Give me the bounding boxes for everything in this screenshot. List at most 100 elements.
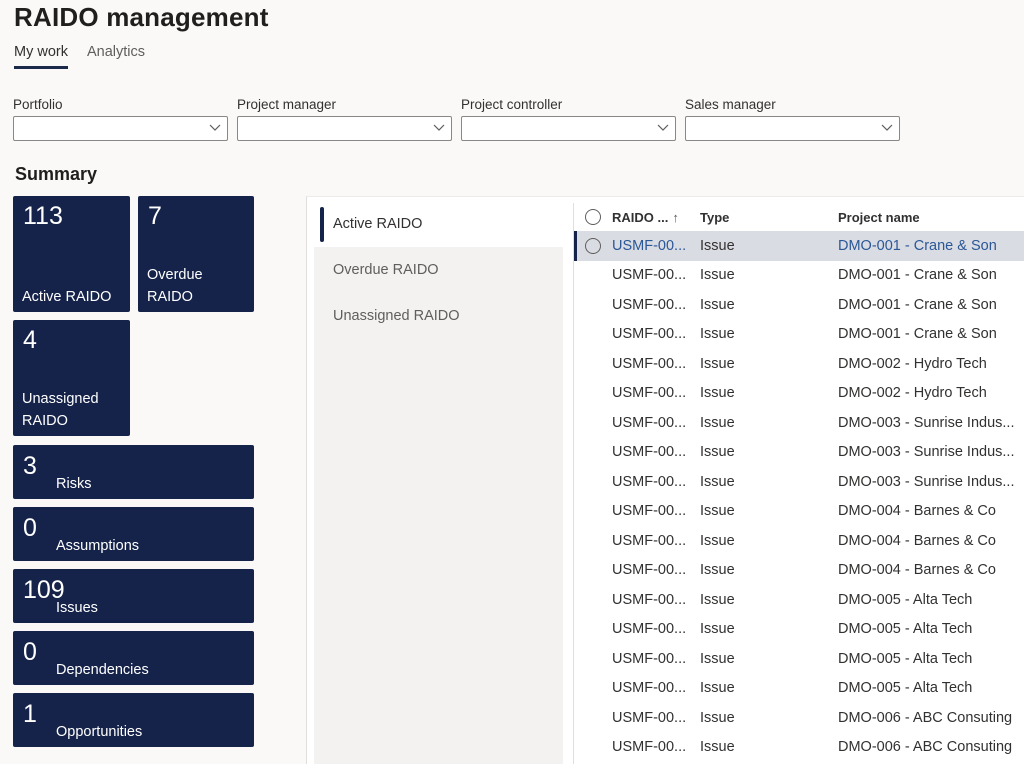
project-name-link[interactable]: DMO-005 - Alta Tech	[838, 592, 1024, 608]
project-name-link[interactable]: DMO-005 - Alta Tech	[838, 651, 1024, 667]
project-name-link[interactable]: DMO-006 - ABC Consuting	[838, 739, 1024, 755]
project-name-link[interactable]: DMO-001 - Crane & Son	[838, 267, 1024, 283]
raido-id-link[interactable]: USMF-00...	[612, 444, 700, 460]
sort-ascending-icon: ↑	[672, 209, 679, 225]
row-select-radio[interactable]	[585, 237, 601, 254]
raido-id-link[interactable]: USMF-00...	[612, 592, 700, 608]
type-cell: Issue	[700, 562, 735, 579]
view-overdue-raido[interactable]: Overdue RAIDO	[314, 247, 563, 293]
raido-id-link[interactable]: USMF-00...	[612, 238, 700, 254]
table-row[interactable]: USMF-00... Issue DMO-005 - Alta Tech	[574, 644, 1024, 674]
table-row[interactable]: USMF-00... Issue DMO-004 - Barnes & Co	[574, 556, 1024, 586]
tile-value: 1	[23, 700, 37, 728]
project-manager-filter: Project manager	[237, 96, 452, 141]
table-row[interactable]: USMF-00... Issue DMO-006 - ABC Consuting	[574, 703, 1024, 733]
row-select-cell	[574, 237, 612, 254]
type-cell: Issue	[700, 385, 735, 402]
tile-label: Dependencies	[56, 662, 149, 678]
raido-id-link[interactable]: USMF-00...	[612, 297, 700, 313]
sales-manager-dropdown[interactable]	[685, 116, 900, 141]
column-header-type[interactable]: Type	[700, 210, 838, 225]
tile-active-raido[interactable]: 113 Active RAIDO	[13, 196, 130, 312]
raido-id-link[interactable]: USMF-00...	[612, 267, 700, 283]
table-row[interactable]: USMF-00... Issue DMO-001 - Crane & Son	[574, 320, 1024, 350]
table-row[interactable]: USMF-00... Issue DMO-005 - Alta Tech	[574, 674, 1024, 704]
project-name-link[interactable]: DMO-001 - Crane & Son	[838, 297, 1024, 313]
type-cell: Issue	[700, 355, 735, 372]
project-controller-dropdown[interactable]	[461, 116, 676, 141]
project-name-link[interactable]: DMO-003 - Sunrise Indus...	[838, 444, 1024, 460]
project-name-link[interactable]: DMO-001 - Crane & Son	[838, 326, 1024, 342]
table-row[interactable]: USMF-00... Issue DMO-005 - Alta Tech	[574, 615, 1024, 645]
table-row[interactable]: USMF-00... Issue DMO-004 - Barnes & Co	[574, 526, 1024, 556]
table-row[interactable]: USMF-00... Issue DMO-001 - Crane & Son	[574, 231, 1024, 261]
raido-id-link[interactable]: USMF-00...	[612, 474, 700, 490]
table-row[interactable]: USMF-00... Issue DMO-003 - Sunrise Indus..…	[574, 467, 1024, 497]
raido-id-link[interactable]: USMF-00...	[612, 621, 700, 637]
page-title: RAIDO management	[14, 2, 269, 32]
tile-risks[interactable]: 3 Risks	[13, 445, 254, 499]
tile-opportunities[interactable]: 1 Opportunities	[13, 693, 254, 747]
table-row[interactable]: USMF-00... Issue DMO-002 - Hydro Tech	[574, 349, 1024, 379]
tab-analytics[interactable]: Analytics	[87, 44, 145, 69]
raido-id-link[interactable]: USMF-00...	[612, 503, 700, 519]
portfolio-dropdown[interactable]	[13, 116, 228, 141]
filter-bar: Portfolio Project manager Project contro…	[13, 96, 900, 141]
project-name-link[interactable]: DMO-005 - Alta Tech	[838, 621, 1024, 637]
raido-id-link[interactable]: USMF-00...	[612, 356, 700, 372]
type-cell: Issue	[700, 237, 735, 254]
tile-assumptions[interactable]: 0 Assumptions	[13, 507, 254, 561]
table-row[interactable]: USMF-00... Issue DMO-003 - Sunrise Indus..…	[574, 438, 1024, 468]
project-name-link[interactable]: DMO-002 - Hydro Tech	[838, 356, 1024, 372]
select-all-radio[interactable]	[585, 209, 601, 225]
grid-header-row: RAIDO ... ↑ Type Project name	[574, 203, 1024, 231]
project-name-link[interactable]: DMO-001 - Crane & Son	[838, 238, 1024, 254]
raido-id-link[interactable]: USMF-00...	[612, 326, 700, 342]
raido-id-link[interactable]: USMF-00...	[612, 680, 700, 696]
project-name-link[interactable]: DMO-004 - Barnes & Co	[838, 533, 1024, 549]
view-nav: Active RAIDO Overdue RAIDO Unassigned RA…	[314, 201, 563, 764]
table-row[interactable]: USMF-00... Issue DMO-006 - ABC Consuting	[574, 733, 1024, 763]
project-controller-filter: Project controller	[461, 96, 676, 141]
project-name-link[interactable]: DMO-005 - Alta Tech	[838, 680, 1024, 696]
type-cell: Issue	[700, 473, 735, 490]
project-name-link[interactable]: DMO-003 - Sunrise Indus...	[838, 415, 1024, 431]
tile-label: Opportunities	[56, 724, 143, 740]
type-cell: Issue	[700, 591, 735, 608]
raido-id-link[interactable]: USMF-00...	[612, 533, 700, 549]
tab-my-work[interactable]: My work	[14, 44, 68, 69]
portfolio-label: Portfolio	[13, 97, 63, 112]
raido-id-link[interactable]: USMF-00...	[612, 710, 700, 726]
tile-dependencies[interactable]: 0 Dependencies	[13, 631, 254, 685]
raido-id-link[interactable]: USMF-00...	[612, 562, 700, 578]
tile-overdue-raido[interactable]: 7 Overdue RAIDO	[138, 196, 254, 312]
project-name-link[interactable]: DMO-006 - ABC Consuting	[838, 710, 1024, 726]
table-row[interactable]: USMF-00... Issue DMO-005 - Alta Tech	[574, 585, 1024, 615]
column-header-raido[interactable]: RAIDO ... ↑	[612, 210, 700, 225]
table-row[interactable]: USMF-00... Issue DMO-001 - Crane & Son	[574, 290, 1024, 320]
type-cell: Issue	[700, 414, 735, 431]
tile-unassigned-raido[interactable]: 4 Unassigned RAIDO	[13, 320, 130, 436]
project-name-link[interactable]: DMO-003 - Sunrise Indus...	[838, 474, 1024, 490]
raido-id-link[interactable]: USMF-00...	[612, 385, 700, 401]
project-name-link[interactable]: DMO-002 - Hydro Tech	[838, 385, 1024, 401]
view-active-raido[interactable]: Active RAIDO	[314, 201, 563, 247]
table-row[interactable]: USMF-00... Issue DMO-002 - Hydro Tech	[574, 379, 1024, 409]
project-manager-dropdown[interactable]	[237, 116, 452, 141]
portfolio-filter: Portfolio	[13, 96, 228, 141]
raido-id-link[interactable]: USMF-00...	[612, 415, 700, 431]
column-header-project-name[interactable]: Project name	[838, 210, 1024, 225]
view-unassigned-raido[interactable]: Unassigned RAIDO	[314, 293, 563, 339]
project-name-link[interactable]: DMO-004 - Barnes & Co	[838, 562, 1024, 578]
type-cell: Issue	[700, 326, 735, 343]
raido-id-link[interactable]: USMF-00...	[612, 651, 700, 667]
tab-bar: My work Analytics	[14, 44, 145, 69]
project-name-link[interactable]: DMO-004 - Barnes & Co	[838, 503, 1024, 519]
table-row[interactable]: USMF-00... Issue DMO-003 - Sunrise Indus..…	[574, 408, 1024, 438]
chevron-down-icon	[433, 124, 445, 131]
tile-issues[interactable]: 109 Issues	[13, 569, 254, 623]
table-row[interactable]: USMF-00... Issue DMO-001 - Crane & Son	[574, 261, 1024, 291]
sales-manager-label: Sales manager	[685, 97, 776, 112]
table-row[interactable]: USMF-00... Issue DMO-004 - Barnes & Co	[574, 497, 1024, 527]
raido-id-link[interactable]: USMF-00...	[612, 739, 700, 755]
